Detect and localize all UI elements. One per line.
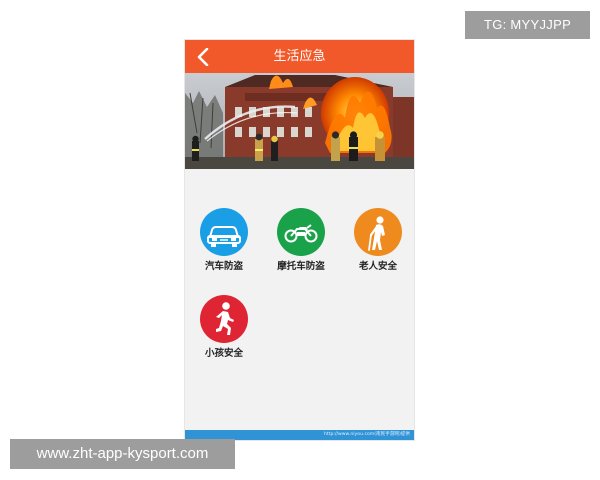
menu-item-child-safety[interactable]: 小孩安全 [189,295,259,371]
footer-url-text: http://www.niyou.com(南民手游网)提供 [323,432,410,437]
motorcycle-icon [277,208,325,256]
menu-item-motorcycle-antitheft[interactable]: 摩托车防盗 [266,208,336,284]
phone-screen: 生活应急 汽车防盗 摩托车防盗 老人安全 小孩安全 http://www.niy… [185,40,414,440]
running-child-icon [200,295,248,343]
top-nav-bar: 生活应急 [185,40,414,73]
car-icon [200,208,248,256]
watermark-tg-label: TG: MYYJJPP [465,11,590,39]
banner-image [185,73,414,169]
menu-item-label: 老人安全 [358,261,397,272]
elderly-person-icon [354,208,402,256]
menu-item-elderly-safety[interactable]: 老人安全 [343,208,413,284]
watermark-url-label: www.zht-app-kysport.com [10,439,235,469]
menu-item-car-antitheft[interactable]: 汽车防盗 [189,208,259,284]
page-title: 生活应急 [273,49,326,64]
menu-item-label: 小孩安全 [204,348,243,359]
